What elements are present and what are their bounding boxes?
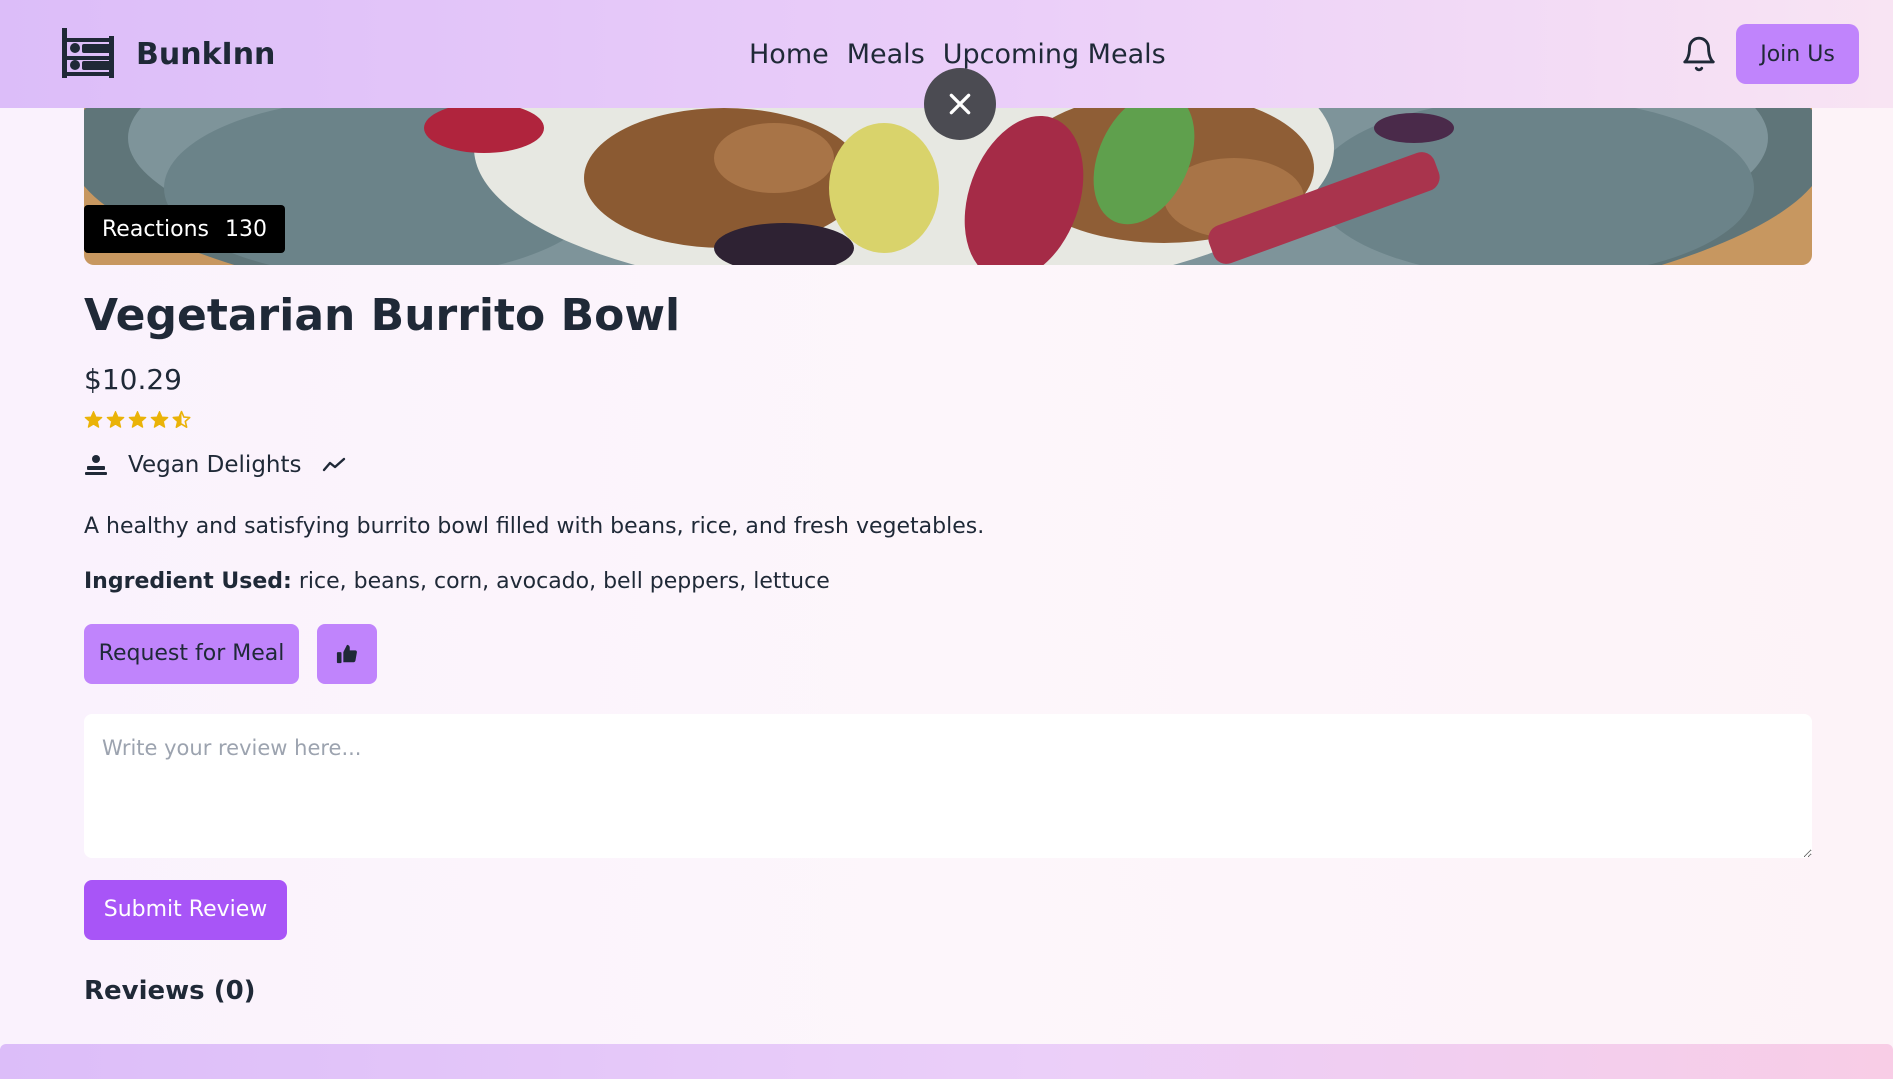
brand[interactable]: BunkInn [60,26,275,82]
ingredients-list: rice, beans, corn, avocado, bell peppers… [298,568,830,594]
bunk-bed-icon [62,28,114,78]
chef-icon [85,454,107,475]
reviews-heading: Reviews (0) [84,975,256,1006]
ingredients-label: Ingredient Used: [84,568,292,594]
nav-link-meals[interactable]: Meals [847,39,925,70]
thumbs-up-icon [336,644,357,663]
bell-icon[interactable] [1680,35,1718,73]
review-textarea[interactable] [84,713,1812,858]
star-full-icon [128,410,147,428]
nav-link-home[interactable]: Home [749,39,829,70]
ingredients-line: Ingredient Used: rice, beans, corn, avoc… [84,569,1812,594]
rating-stars [84,410,1812,432]
reactions-badge: Reactions 130 [84,205,286,253]
nav-link-upcoming-meals[interactable]: Upcoming Meals [943,39,1166,70]
like-button[interactable] [317,623,377,684]
join-us-button[interactable]: Join Us [1736,24,1859,84]
distributor-row: Vegan Delights [84,452,1812,478]
meal-details: Vegetarian Burrito Bowl $10.29 Vegan Del… [84,290,1812,1006]
nav-actions: Join Us [1680,0,1859,108]
trending-icon [322,457,345,471]
star-full-icon [150,410,169,428]
meal-title: Vegetarian Burrito Bowl [84,290,681,341]
distributor-name: Vegan Delights [128,451,302,478]
star-full-icon [106,410,125,428]
close-icon [949,93,971,115]
submit-review-button[interactable]: Submit Review [84,879,287,940]
close-button[interactable] [924,68,996,140]
reactions-label: Reactions [102,216,210,242]
star-half-icon [172,410,191,428]
reactions-count: 130 [225,216,268,242]
meal-description: A healthy and satisfying burrito bowl fi… [84,513,985,539]
brand-name: BunkInn [136,36,276,72]
footer [0,1044,1893,1079]
meal-actions: Request for Meal [84,623,1812,684]
meal-price: $10.29 [84,362,182,396]
request-meal-button[interactable]: Request for Meal [84,623,299,684]
star-full-icon [84,410,103,428]
